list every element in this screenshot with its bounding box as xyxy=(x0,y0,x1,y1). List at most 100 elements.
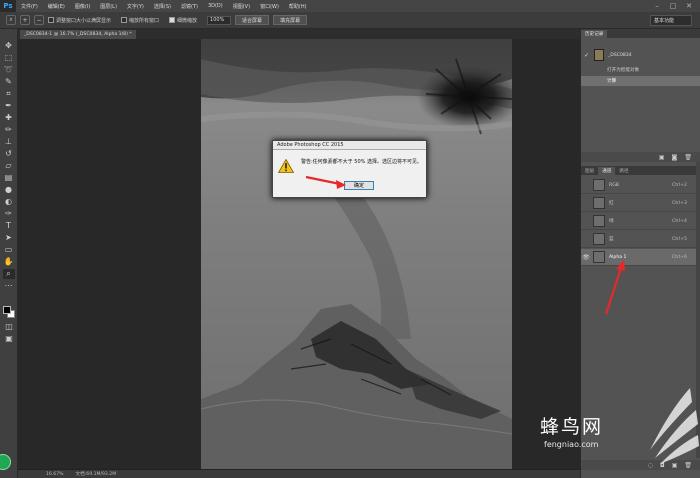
screen-mode-icon[interactable]: ▣ xyxy=(3,334,15,344)
zoom-out-icon[interactable]: − xyxy=(34,15,44,25)
zoom-tool-icon[interactable]: ⌕ xyxy=(6,15,16,25)
foreground-color-swatch[interactable] xyxy=(3,306,11,314)
minimize-icon[interactable]: – xyxy=(650,0,664,12)
eye-icon[interactable]: 👁 xyxy=(581,254,591,261)
dialog-body: 警告:任何像素都不大于 50% 选择。选区边将不可见。 确定 xyxy=(273,150,426,197)
menu-3d[interactable]: 3D(D) xyxy=(203,3,228,9)
history-panel-tabs: 历史记录 xyxy=(581,29,700,38)
snapshot-label: _DSC0834 xyxy=(608,52,632,58)
eyedropper-tool-icon[interactable]: ✒ xyxy=(3,101,15,111)
healing-brush-tool-icon[interactable]: ✚ xyxy=(3,113,15,123)
scrubby-zoom-checkbox[interactable] xyxy=(169,17,176,23)
history-panel-footer: ▣ ◙ 🗑 xyxy=(581,152,700,162)
shape-tool-icon[interactable]: ▭ xyxy=(3,245,15,255)
resize-windows-option[interactable]: 调整窗口大小以满屏显示 xyxy=(48,17,111,24)
camera-snapshot-icon[interactable]: ◙ xyxy=(672,154,678,161)
lasso-tool-icon[interactable]: ➰ xyxy=(3,65,15,75)
watermark-name: 蜂鸟网 xyxy=(540,416,604,438)
close-icon[interactable]: ✕ xyxy=(682,0,696,12)
maximize-icon[interactable]: □ xyxy=(666,0,680,12)
channel-thumbnail xyxy=(593,215,605,227)
zoom-tool-icon[interactable]: ⌕ xyxy=(2,269,15,279)
pen-tool-icon[interactable]: ✑ xyxy=(3,209,15,219)
history-brush-tool-icon[interactable]: ↺ xyxy=(3,149,15,159)
move-tool-icon[interactable]: ✥ xyxy=(3,41,15,51)
resize-windows-checkbox[interactable] xyxy=(48,17,54,23)
fill-screen-button[interactable]: 填充屏幕 xyxy=(273,15,308,25)
blur-tool-icon[interactable]: ● xyxy=(3,185,15,195)
tab-layers[interactable]: 图层 xyxy=(581,167,598,175)
document-info: 文档:69.1M/93.2M xyxy=(75,472,117,477)
channel-thumbnail xyxy=(593,197,605,209)
gradient-tool-icon[interactable]: ▤ xyxy=(3,173,15,183)
history-item-selected[interactable]: 计算 xyxy=(581,76,700,86)
document-tab-bar: _DSC0834-1 @ 16.7% (_DSC0834, Alpha 1/8)… xyxy=(18,29,580,39)
dodge-tool-icon[interactable]: ◐ xyxy=(3,197,15,207)
watermark-url: fengniao.com xyxy=(544,440,599,449)
zoom-level[interactable]: 16.67% xyxy=(46,472,64,477)
zoom-in-icon[interactable]: + xyxy=(20,15,30,25)
zoom-all-windows-option[interactable]: 缩放所有窗口 xyxy=(121,17,159,24)
scrubby-zoom-option[interactable]: 细微缩放 xyxy=(169,17,197,24)
channel-thumbnail xyxy=(593,179,605,191)
mountain-photo xyxy=(201,39,512,469)
trash-icon[interactable]: 🗑 xyxy=(684,154,692,161)
menu-type[interactable]: 文字(Y) xyxy=(122,3,149,10)
menu-filter[interactable]: 滤镜(T) xyxy=(176,3,203,10)
new-document-from-state-icon[interactable]: ▣ xyxy=(659,154,665,161)
menu-file[interactable]: 文件(F) xyxy=(16,3,43,10)
options-bar: ⌕ + − 调整窗口大小以满屏显示 缩放所有窗口 细微缩放 100% 适合屏幕 … xyxy=(0,12,700,29)
more-tools-icon[interactable]: ⋯ xyxy=(3,281,15,291)
zoom-all-windows-checkbox[interactable] xyxy=(121,17,128,23)
alpha-channel-image[interactable] xyxy=(201,39,512,469)
type-tool-icon[interactable]: T xyxy=(3,221,15,231)
menu-edit[interactable]: 编辑(E) xyxy=(43,3,70,10)
menu-layer[interactable]: 图层(L) xyxy=(95,3,122,10)
marquee-tool-icon[interactable]: ⬚ xyxy=(3,53,15,63)
warning-dialog: Adobe Photoshop CC 2015 警告:任何像素都不大于 50% … xyxy=(272,140,427,198)
menu-window[interactable]: 窗口(W) xyxy=(255,3,284,10)
dialog-title: Adobe Photoshop CC 2015 xyxy=(273,141,426,150)
status-bar: 16.67% 文档:69.1M/93.2M xyxy=(18,469,580,478)
fit-screen-button[interactable]: 适合屏幕 xyxy=(235,15,270,25)
menu-bar: Ps 文件(F) 编辑(E) 图像(I) 图层(L) 文字(Y) 选择(S) 滤… xyxy=(0,0,700,12)
ok-button[interactable]: 确定 xyxy=(344,181,374,190)
photoshop-logo: Ps xyxy=(0,0,16,12)
document-tab[interactable]: _DSC0834-1 @ 16.7% (_DSC0834, Alpha 1/8)… xyxy=(20,30,136,39)
channel-row-alpha-1[interactable]: 👁 Alpha 1 Ctrl+6 xyxy=(581,249,696,266)
watermark: 蜂鸟网 fengniao.com xyxy=(540,412,603,449)
channel-thumbnail xyxy=(593,251,605,263)
menu-view[interactable]: 视图(V) xyxy=(228,3,255,10)
tools-panel: ✥ ⬚ ➰ ✎ ⌗ ✒ ✚ ✏ ⊥ ↺ ▱ ▤ ● ◐ ✑ T ➤ ▭ ✋ ⌕ … xyxy=(0,29,18,478)
workspace-select[interactable]: 基本功能 xyxy=(650,15,692,26)
zoom-percent-field[interactable]: 100% xyxy=(207,15,232,25)
menu-select[interactable]: 选择(S) xyxy=(149,3,176,10)
warning-icon xyxy=(278,159,294,173)
menu-help[interactable]: 帮助(H) xyxy=(284,3,312,10)
clone-stamp-tool-icon[interactable]: ⊥ xyxy=(3,137,15,147)
history-item[interactable]: 打开为智能对象 xyxy=(581,65,700,75)
channel-row-red[interactable]: 红 Ctrl+3 xyxy=(581,195,696,212)
menu-image[interactable]: 图像(I) xyxy=(70,3,95,10)
canvas-area[interactable] xyxy=(18,39,580,469)
history-brush-source-icon[interactable]: ✓ xyxy=(584,52,590,59)
layers-panel-tabs: 图层 通道 路径 xyxy=(581,166,700,175)
quick-select-tool-icon[interactable]: ✎ xyxy=(3,77,15,87)
eraser-tool-icon[interactable]: ▱ xyxy=(3,161,15,171)
fengniao-logo-icon xyxy=(650,388,699,464)
channel-row-green[interactable]: 绿 Ctrl+4 xyxy=(581,213,696,230)
channel-row-blue[interactable]: 蓝 Ctrl+5 xyxy=(581,231,696,248)
channel-row-rgb[interactable]: RGB Ctrl+2 xyxy=(581,177,696,194)
tab-paths[interactable]: 路径 xyxy=(615,167,632,175)
hand-tool-icon[interactable]: ✋ xyxy=(3,257,15,267)
channel-thumbnail xyxy=(593,233,605,245)
brush-tool-icon[interactable]: ✏ xyxy=(3,125,15,135)
history-snapshot[interactable]: ✓ _DSC0834 xyxy=(584,47,698,63)
tab-channels[interactable]: 通道 xyxy=(598,167,616,175)
crop-tool-icon[interactable]: ⌗ xyxy=(3,89,15,99)
path-selection-tool-icon[interactable]: ➤ xyxy=(3,233,15,243)
snapshot-thumbnail xyxy=(594,49,604,61)
tab-history[interactable]: 历史记录 xyxy=(581,30,608,38)
dialog-message: 警告:任何像素都不大于 50% 选择。选区边将不可见。 xyxy=(301,159,422,165)
quick-mask-icon[interactable]: ◫ xyxy=(3,322,15,332)
